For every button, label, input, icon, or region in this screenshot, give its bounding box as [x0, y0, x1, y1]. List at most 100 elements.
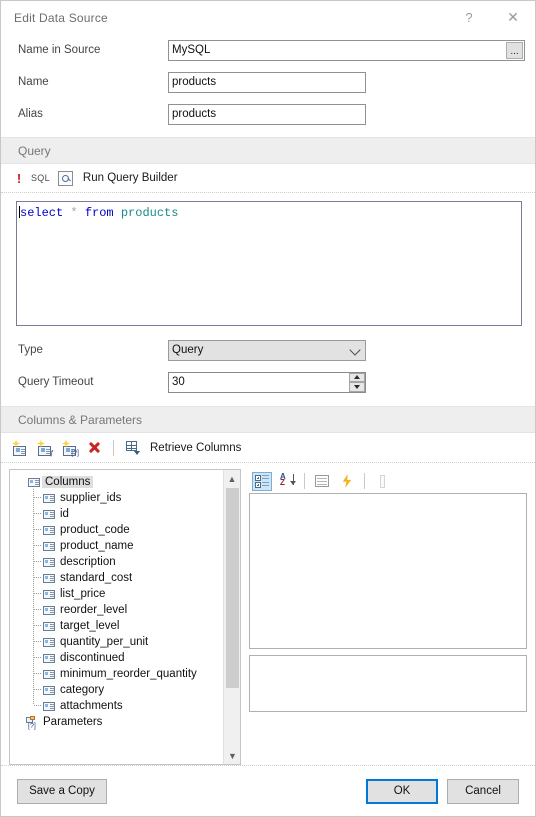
- tree-node-label: id: [60, 508, 69, 520]
- type-value: Query: [172, 344, 204, 356]
- tree-node-label: category: [60, 684, 105, 696]
- run-query-builder-button[interactable]: Run Query Builder: [83, 172, 178, 184]
- retrieve-columns-button[interactable]: Retrieve Columns: [150, 442, 241, 454]
- query-timeout-label: Query Timeout: [18, 376, 94, 388]
- categorized-view-icon[interactable]: [252, 471, 272, 491]
- columns-tree-panel: Columns supplier_ids id product_code pro…: [9, 469, 241, 765]
- delete-icon[interactable]: [87, 440, 102, 455]
- tree-node-label: reorder_level: [60, 604, 128, 616]
- name-in-source-row: Name in Source MySQL ...: [1, 34, 535, 66]
- column-icon: [43, 589, 55, 599]
- close-glyph: ✕: [507, 9, 519, 26]
- retrieve-columns-icon[interactable]: [125, 440, 140, 455]
- stepper-up-button[interactable]: [349, 372, 365, 382]
- list-item[interactable]: product_name: [10, 537, 240, 554]
- save-a-copy-button[interactable]: Save a Copy: [17, 778, 107, 804]
- ok-button[interactable]: OK: [366, 778, 438, 804]
- list-item[interactable]: id: [10, 505, 240, 522]
- query-toolbar: ! SQL Run Query Builder: [1, 164, 535, 193]
- stepper-down-button[interactable]: [349, 382, 365, 392]
- list-item[interactable]: product_code: [10, 521, 240, 538]
- list-item[interactable]: category: [10, 681, 240, 698]
- title-bar: Edit Data Source ? ✕: [1, 1, 535, 34]
- triangle-down-icon: [354, 384, 360, 389]
- tree-scrollbar[interactable]: ▲ ▼: [223, 470, 240, 764]
- column-icon: [43, 509, 55, 519]
- alias-input[interactable]: products: [168, 103, 366, 125]
- events-view-icon[interactable]: [337, 472, 357, 491]
- properties-view-icon[interactable]: [312, 472, 332, 491]
- tree-node-label: Columns: [42, 476, 94, 488]
- list-item[interactable]: discontinued: [10, 649, 240, 666]
- window-title: Edit Data Source: [14, 10, 108, 25]
- name-input[interactable]: products: [168, 71, 366, 93]
- browse-ellipsis-button[interactable]: ...: [506, 41, 523, 59]
- property-toolbar-separator: [304, 473, 305, 489]
- magnifier-icon[interactable]: [57, 170, 73, 186]
- list-item[interactable]: reorder_level: [10, 601, 240, 618]
- name-row: Name products: [1, 66, 535, 98]
- list-item[interactable]: target_level: [10, 617, 240, 634]
- edit-data-source-dialog: Edit Data Source ? ✕ Name in Source MySQ…: [0, 0, 536, 817]
- alias-row: Alias products: [1, 98, 535, 130]
- list-item[interactable]: standard_cost: [10, 569, 240, 586]
- name-value: products: [172, 76, 217, 88]
- name-in-source-label: Name in Source: [18, 44, 101, 56]
- query-timeout-stepper[interactable]: 30: [168, 371, 366, 393]
- column-icon: [43, 637, 55, 647]
- columns-section-header: Columns & Parameters: [1, 406, 535, 433]
- type-label: Type: [18, 344, 43, 356]
- property-panel: AZ: [249, 469, 527, 765]
- add-calculated-column-icon[interactable]: ƒ: [37, 439, 54, 457]
- list-item[interactable]: minimum_reorder_quantity: [10, 665, 240, 682]
- name-in-source-input[interactable]: MySQL ...: [168, 39, 525, 61]
- tree-node-label: supplier_ids: [60, 492, 122, 504]
- add-column-icon[interactable]: [12, 439, 28, 456]
- close-icon[interactable]: ✕: [491, 1, 535, 34]
- tree-node-label: attachments: [60, 700, 123, 712]
- name-in-source-value: MySQL: [172, 44, 211, 56]
- column-icon: [43, 525, 55, 535]
- help-button[interactable]: ?: [447, 1, 491, 34]
- property-grid[interactable]: [249, 493, 527, 649]
- cancel-button[interactable]: Cancel: [447, 778, 519, 804]
- columns-split: Columns supplier_ids id product_code pro…: [1, 463, 535, 765]
- list-item[interactable]: attachments: [10, 697, 240, 714]
- list-item[interactable]: supplier_ids: [10, 489, 240, 506]
- alphabetical-sort-icon[interactable]: AZ: [277, 472, 297, 491]
- name-label: Name: [18, 76, 49, 88]
- columns-toolbar: ƒ [?] Retrieve Columns: [1, 433, 535, 463]
- add-parameter-icon[interactable]: [?]: [62, 439, 79, 457]
- column-icon: [43, 701, 55, 711]
- tree-node-columns-root[interactable]: Columns: [10, 474, 240, 490]
- column-icon: [43, 669, 55, 679]
- list-item[interactable]: quantity_per_unit: [10, 633, 240, 650]
- query-timeout-row: Query Timeout 30: [1, 366, 535, 398]
- sql-table-name: products: [120, 206, 179, 220]
- column-icon: [43, 653, 55, 663]
- sql-editor-wrap: select * from products: [1, 193, 535, 326]
- sql-editor[interactable]: select * from products: [16, 201, 522, 326]
- scroll-down-icon[interactable]: ▼: [224, 747, 240, 764]
- column-icon: [43, 541, 55, 551]
- scroll-up-icon[interactable]: ▲: [224, 470, 240, 487]
- scrollbar-thumb[interactable]: [226, 488, 239, 688]
- list-item[interactable]: description: [10, 553, 240, 570]
- type-select[interactable]: Query: [168, 339, 366, 361]
- tree-node-label: target_level: [60, 620, 120, 632]
- list-item[interactable]: list_price: [10, 585, 240, 602]
- chevron-down-icon: [349, 343, 361, 356]
- property-toolbar: AZ: [249, 469, 527, 493]
- column-icon: [43, 621, 55, 631]
- column-icon: [43, 557, 55, 567]
- type-row: Type Query: [1, 334, 535, 366]
- sql-label: SQL: [31, 173, 50, 183]
- triangle-up-icon: [354, 375, 360, 380]
- tree-node-parameters[interactable]: [?] Parameters: [10, 714, 240, 730]
- sql-keyword-from: from: [84, 206, 114, 220]
- parameters-icon: [?]: [26, 715, 38, 730]
- tree-node-label: product_code: [60, 524, 130, 536]
- tree-node-label: product_name: [60, 540, 134, 552]
- column-icon: [43, 685, 55, 695]
- columns-tree: Columns supplier_ids id product_code pro…: [10, 470, 240, 730]
